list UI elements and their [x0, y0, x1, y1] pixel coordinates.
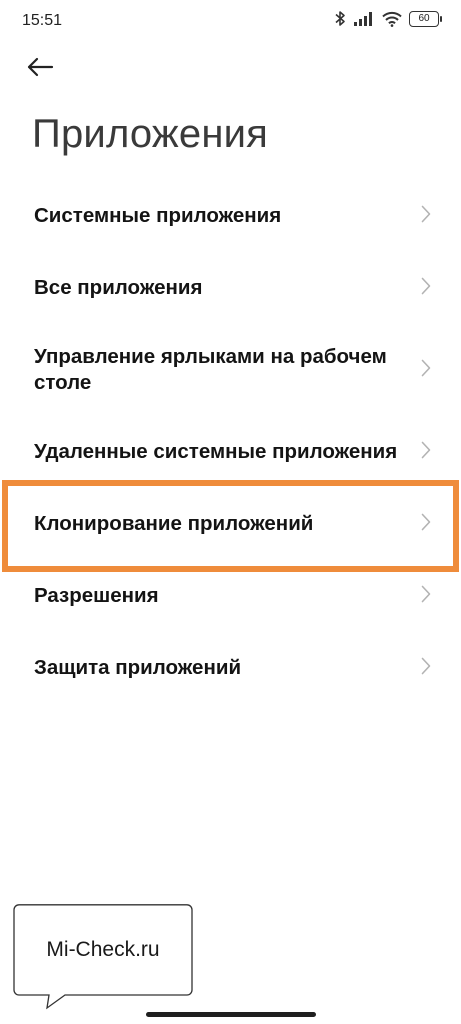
settings-menu: Системные приложения Все приложения Упра…	[0, 180, 461, 704]
wifi-icon	[382, 11, 402, 27]
chevron-right-icon	[421, 205, 431, 228]
gesture-nav-handle[interactable]	[146, 1012, 316, 1017]
menu-item-label: Защита приложений	[34, 656, 242, 680]
signal-icon	[353, 11, 375, 27]
arrow-left-icon	[26, 57, 54, 82]
menu-item-removed-system-apps[interactable]: Удаленные системные приложения	[0, 416, 461, 488]
chevron-right-icon	[421, 513, 431, 536]
menu-item-label: Удаленные системные приложения	[34, 440, 398, 464]
battery-icon: 60	[409, 10, 442, 27]
chevron-right-icon	[421, 441, 431, 464]
chevron-right-icon	[421, 657, 431, 680]
menu-item-permissions[interactable]: Разрешения	[0, 560, 461, 632]
menu-item-label: Все приложения	[34, 276, 203, 300]
bluetooth-icon	[334, 10, 346, 27]
menu-item-all-apps[interactable]: Все приложения	[0, 252, 461, 324]
menu-item-app-lock[interactable]: Защита приложений	[0, 632, 461, 704]
menu-item-dual-apps[interactable]: Клонирование приложений	[0, 488, 461, 560]
page-title: Приложения	[32, 112, 269, 156]
menu-item-system-apps[interactable]: Системные приложения	[0, 180, 461, 252]
status-bar: 15:51 60	[0, 0, 461, 44]
status-icons: 60	[334, 10, 442, 27]
chevron-right-icon	[421, 277, 431, 300]
status-time: 15:51	[22, 12, 63, 29]
back-button[interactable]	[26, 52, 66, 86]
menu-item-label: Разрешения	[34, 584, 159, 608]
chevron-right-icon	[421, 585, 431, 608]
menu-item-label: Системные приложения	[34, 204, 282, 228]
menu-item-label: Клонирование приложений	[34, 512, 314, 536]
chevron-right-icon	[421, 359, 431, 382]
menu-item-home-shortcuts[interactable]: Управление ярлыками на рабочем столе	[0, 324, 461, 416]
menu-item-label: Управление ярлыками на рабочем столе	[34, 345, 387, 394]
watermark-bubble: Mi-Check.ru	[13, 904, 193, 1010]
watermark-text: Mi-Check.ru	[46, 938, 160, 961]
